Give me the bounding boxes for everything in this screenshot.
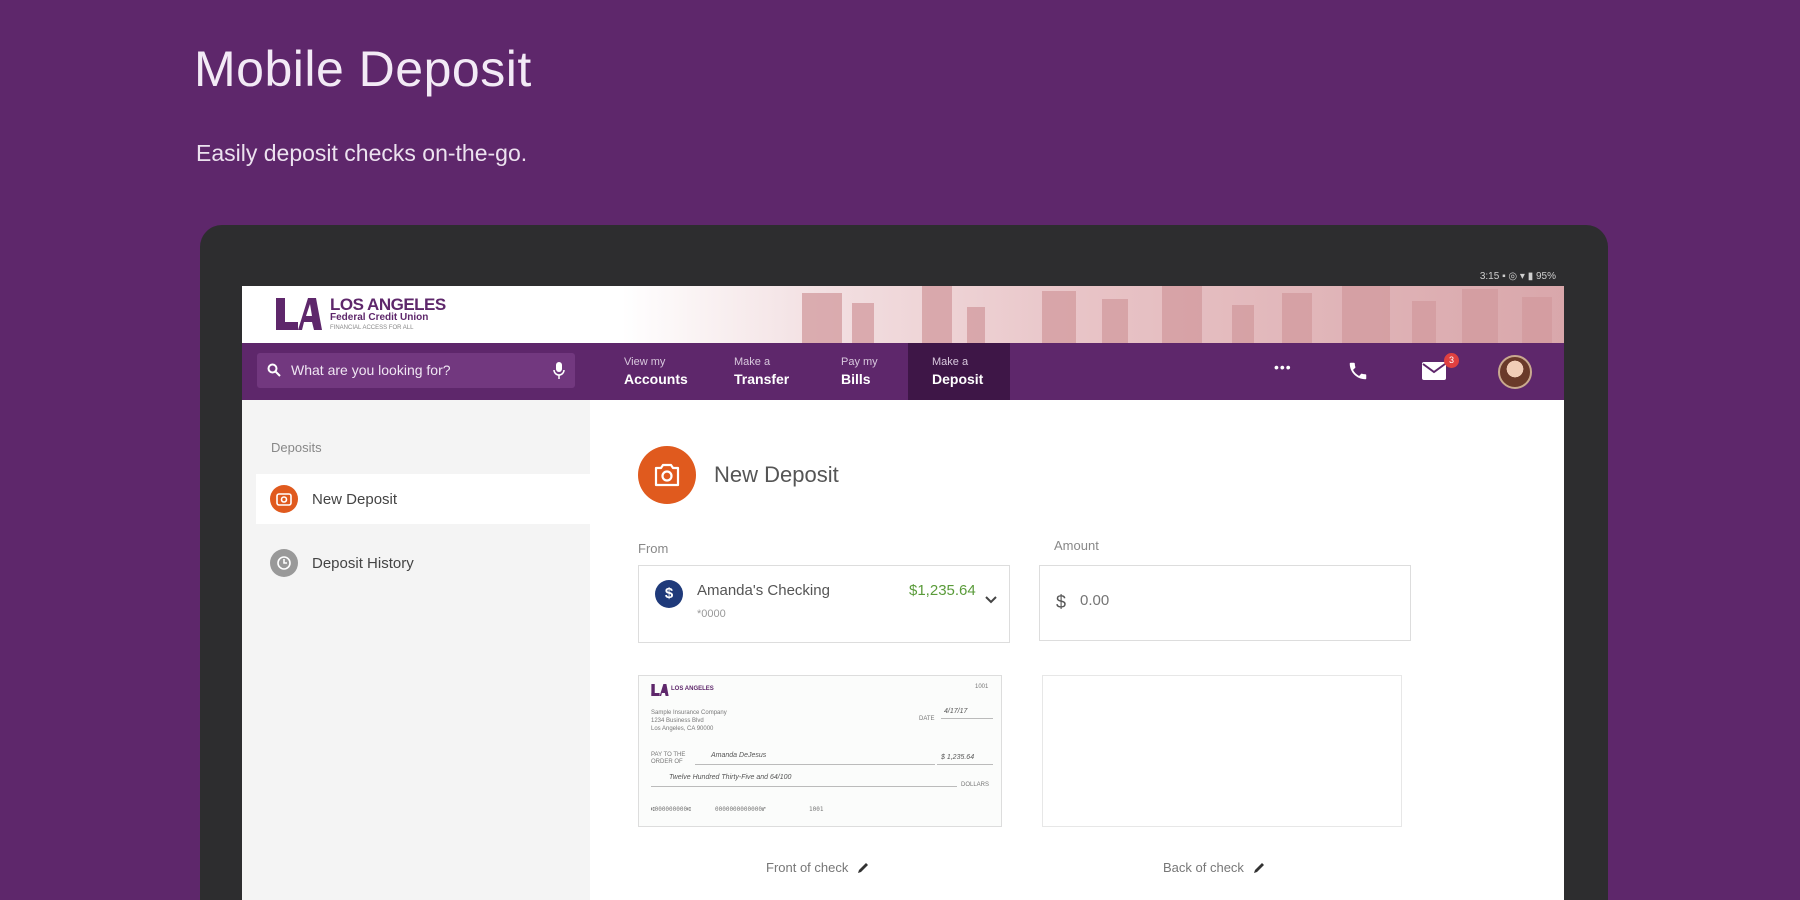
page-title: New Deposit: [638, 446, 839, 504]
credit-union-logo[interactable]: LOS ANGELES Federal Credit Union FINANCI…: [276, 296, 446, 331]
check-front-image[interactable]: LOS ANGELES 1001 Sample Insurance Compan…: [638, 675, 1002, 827]
logo-line-2: Federal Credit Union: [330, 312, 429, 323]
pencil-icon[interactable]: [856, 861, 870, 875]
account-balance: $1,235.64: [909, 582, 976, 599]
check-date-label: DATE: [919, 716, 935, 722]
history-icon: [270, 549, 298, 577]
from-label: From: [638, 541, 669, 556]
check-logo-text: LOS ANGELES: [671, 686, 714, 692]
tab-deposit-small: Make a: [932, 356, 969, 368]
sidebar-item-deposit-history[interactable]: Deposit History: [256, 538, 590, 588]
mail-badge: 3: [1444, 353, 1459, 368]
front-caption-text: Front of check: [766, 860, 849, 875]
amount-field[interactable]: $: [1039, 565, 1411, 641]
check-micr-routing: ⑆000000000⑆: [651, 806, 691, 813]
sidebar-item-label: Deposit History: [312, 554, 414, 572]
pencil-icon[interactable]: [1252, 861, 1266, 875]
check-payer-city: Los Angeles, CA 90000: [651, 726, 714, 732]
from-account-select[interactable]: $ Amanda's Checking *0000 $1,235.64: [638, 565, 1010, 643]
tab-bills[interactable]: Pay my Bills: [831, 343, 888, 400]
check-written-amount: Twelve Hundred Thirty-Five and 64/100: [669, 774, 792, 781]
front-of-check-caption[interactable]: Front of check: [766, 860, 870, 875]
logo-line-1: LOS ANGELES: [330, 295, 446, 314]
camera-icon: [638, 446, 696, 504]
account-number: *0000: [697, 608, 726, 620]
hero-subtitle: Easily deposit checks on-the-go.: [196, 140, 528, 166]
status-bar: 3:15 ▪ ◎ ▾ ▮ 95%: [242, 268, 1564, 286]
dollar-icon: $: [655, 580, 683, 608]
back-caption-text: Back of check: [1163, 860, 1244, 875]
search-placeholder: What are you looking for?: [291, 362, 451, 378]
amount-input[interactable]: [1080, 592, 1380, 609]
tablet-screen: 3:15 ▪ ◎ ▾ ▮ 95% LOS ANGELES Federal Cre…: [242, 268, 1564, 900]
sidebar: Deposits New Deposit Deposit History: [242, 400, 590, 900]
sidebar-heading: Deposits: [271, 440, 322, 455]
check-dollars-label: DOLLARS: [961, 782, 990, 788]
tab-bills-small: Pay my: [841, 356, 878, 368]
tab-transfer-small: Make a: [734, 356, 771, 368]
avatar[interactable]: [1498, 355, 1532, 389]
tab-accounts[interactable]: View my Accounts: [614, 343, 698, 400]
tab-transfer-label: Transfer: [734, 371, 790, 387]
logo-line-3: FINANCIAL ACCESS FOR ALL: [330, 325, 414, 331]
account-name: Amanda's Checking: [697, 582, 830, 599]
tab-deposit[interactable]: Make a Deposit: [908, 343, 1010, 400]
tab-bills-label: Bills: [841, 371, 871, 387]
back-of-check-caption[interactable]: Back of check: [1163, 860, 1266, 875]
top-nav: What are you looking for? View my Accoun…: [242, 343, 1564, 400]
check-payee: Amanda DeJesus: [711, 752, 767, 759]
check-amount: $ 1,235.64: [941, 754, 975, 761]
check-micr-account: 0000000000000⑈: [715, 806, 766, 813]
hero-title: Mobile Deposit: [194, 41, 532, 97]
search-input[interactable]: What are you looking for?: [257, 353, 575, 388]
app-banner: LOS ANGELES Federal Credit Union FINANCI…: [242, 286, 1564, 343]
tab-transfer[interactable]: Make a Transfer: [724, 343, 799, 400]
page-title-text: New Deposit: [714, 462, 839, 487]
check-payer-name: Sample Insurance Company: [651, 710, 727, 716]
chevron-down-icon[interactable]: [985, 596, 997, 604]
more-icon[interactable]: •••: [1274, 359, 1292, 375]
phone-icon[interactable]: [1347, 360, 1369, 382]
check-micr-number: 1001: [809, 806, 824, 813]
la-logo-mark: [276, 297, 322, 330]
check-payer-address: 1234 Business Blvd: [651, 718, 704, 724]
amount-label: Amount: [1054, 538, 1099, 553]
tab-accounts-small: View my: [624, 356, 666, 368]
skyline-image: [622, 286, 1564, 343]
currency-symbol: $: [1056, 592, 1067, 612]
check-order-label: ORDER OF: [651, 759, 683, 765]
camera-icon: [270, 485, 298, 513]
search-icon: [267, 363, 281, 377]
tab-accounts-label: Accounts: [624, 371, 688, 387]
check-pay-label: PAY TO THE: [651, 752, 686, 758]
check-date: 4/17/17: [944, 708, 968, 715]
check-back-placeholder[interactable]: [1042, 675, 1402, 827]
check-number: 1001: [975, 684, 989, 690]
la-logo-mark: [651, 684, 669, 696]
mic-icon[interactable]: [553, 362, 565, 379]
mail-icon[interactable]: [1422, 362, 1446, 380]
sidebar-item-label: New Deposit: [312, 490, 398, 508]
tab-deposit-label: Deposit: [932, 371, 984, 387]
sidebar-item-new-deposit[interactable]: New Deposit: [256, 474, 590, 524]
